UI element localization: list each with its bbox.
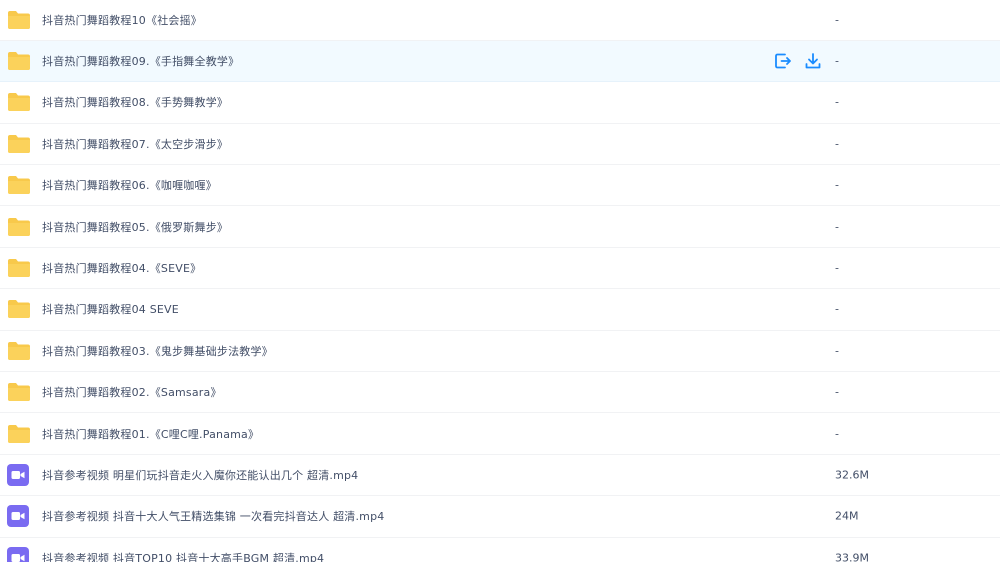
folder-row[interactable]: 抖音热门舞蹈教程03.《鬼步舞基础步法教学》 - xyxy=(0,331,1000,373)
folder-icon xyxy=(7,299,31,319)
folder-row[interactable]: 抖音热门舞蹈教程06.《咖喱咖喱》 - xyxy=(0,165,1000,207)
file-size: - xyxy=(835,54,839,68)
folder-icon xyxy=(7,175,31,195)
file-size: - xyxy=(835,13,839,27)
file-size: 24M xyxy=(835,509,859,523)
file-size: - xyxy=(835,344,839,358)
file-list: 抖音热门舞蹈教程10《社会摇》 - 抖音热门舞蹈教程09.《手指舞全教学》 - 抖音热门… xyxy=(0,0,1000,562)
video-file-icon xyxy=(7,505,29,528)
file-name[interactable]: 抖音参考视频 抖音十大人气王精选集锦 一次看完抖音达人 超清.mp4 xyxy=(42,508,384,524)
folder-icon xyxy=(7,424,31,444)
download-icon[interactable] xyxy=(804,52,822,70)
file-name[interactable]: 抖音热门舞蹈教程01.《C哩C哩.Panama》 xyxy=(42,426,259,442)
share-icon[interactable] xyxy=(774,52,792,70)
file-size: - xyxy=(835,302,839,316)
folder-row[interactable]: 抖音热门舞蹈教程09.《手指舞全教学》 - xyxy=(0,40,1000,83)
file-name[interactable]: 抖音热门舞蹈教程05.《俄罗斯舞步》 xyxy=(42,219,228,235)
folder-icon xyxy=(7,51,31,71)
file-row[interactable]: 抖音参考视频 抖音TOP10 抖音十大高手BGM 超清.mp4 33.9M xyxy=(0,538,1000,562)
file-size: - xyxy=(835,261,839,275)
file-name[interactable]: 抖音热门舞蹈教程04 SEVE xyxy=(42,301,179,317)
folder-row[interactable]: 抖音热门舞蹈教程07.《太空步滑步》 - xyxy=(0,124,1000,166)
file-name[interactable]: 抖音热门舞蹈教程06.《咖喱咖喱》 xyxy=(42,177,217,193)
row-actions xyxy=(774,52,822,70)
file-row[interactable]: 抖音参考视频 明星们玩抖音走火入魔你还能认出几个 超清.mp4 32.6M xyxy=(0,455,1000,497)
folder-row[interactable]: 抖音热门舞蹈教程10《社会摇》 - xyxy=(0,0,1000,41)
video-file-icon xyxy=(7,464,29,487)
folder-icon xyxy=(7,10,31,30)
file-name[interactable]: 抖音参考视频 抖音TOP10 抖音十大高手BGM 超清.mp4 xyxy=(42,550,324,562)
file-size: - xyxy=(835,220,839,234)
folder-icon xyxy=(7,134,31,154)
file-name[interactable]: 抖音热门舞蹈教程10《社会摇》 xyxy=(42,12,202,28)
file-name[interactable]: 抖音热门舞蹈教程07.《太空步滑步》 xyxy=(42,136,228,152)
file-size: 32.6M xyxy=(835,468,869,482)
file-name[interactable]: 抖音参考视频 明星们玩抖音走火入魔你还能认出几个 超清.mp4 xyxy=(42,467,358,483)
folder-icon xyxy=(7,217,31,237)
file-size: - xyxy=(835,95,839,109)
folder-row[interactable]: 抖音热门舞蹈教程01.《C哩C哩.Panama》 - xyxy=(0,414,1000,455)
file-name[interactable]: 抖音热门舞蹈教程03.《鬼步舞基础步法教学》 xyxy=(42,343,273,359)
folder-row[interactable]: 抖音热门舞蹈教程05.《俄罗斯舞步》 - xyxy=(0,207,1000,248)
file-size: 33.9M xyxy=(835,551,869,562)
video-file-icon xyxy=(7,546,29,562)
folder-row[interactable]: 抖音热门舞蹈教程04 SEVE - xyxy=(0,289,1000,331)
folder-row[interactable]: 抖音热门舞蹈教程02.《Samsara》 - xyxy=(0,372,1000,414)
file-name[interactable]: 抖音热门舞蹈教程02.《Samsara》 xyxy=(42,384,222,400)
file-size: - xyxy=(835,385,839,399)
file-size: - xyxy=(835,137,839,151)
file-name[interactable]: 抖音热门舞蹈教程08.《手势舞教学》 xyxy=(42,94,228,110)
folder-icon xyxy=(7,258,31,278)
folder-icon xyxy=(7,341,31,361)
file-name[interactable]: 抖音热门舞蹈教程09.《手指舞全教学》 xyxy=(42,53,239,69)
file-name[interactable]: 抖音热门舞蹈教程04.《SEVE》 xyxy=(42,260,201,276)
file-row[interactable]: 抖音参考视频 抖音十大人气王精选集锦 一次看完抖音达人 超清.mp4 24M xyxy=(0,496,1000,538)
folder-icon xyxy=(7,382,31,402)
folder-row[interactable]: 抖音热门舞蹈教程08.《手势舞教学》 - xyxy=(0,82,1000,124)
file-size: - xyxy=(835,427,839,441)
folder-icon xyxy=(7,92,31,112)
folder-row[interactable]: 抖音热门舞蹈教程04.《SEVE》 - xyxy=(0,248,1000,290)
file-size: - xyxy=(835,178,839,192)
